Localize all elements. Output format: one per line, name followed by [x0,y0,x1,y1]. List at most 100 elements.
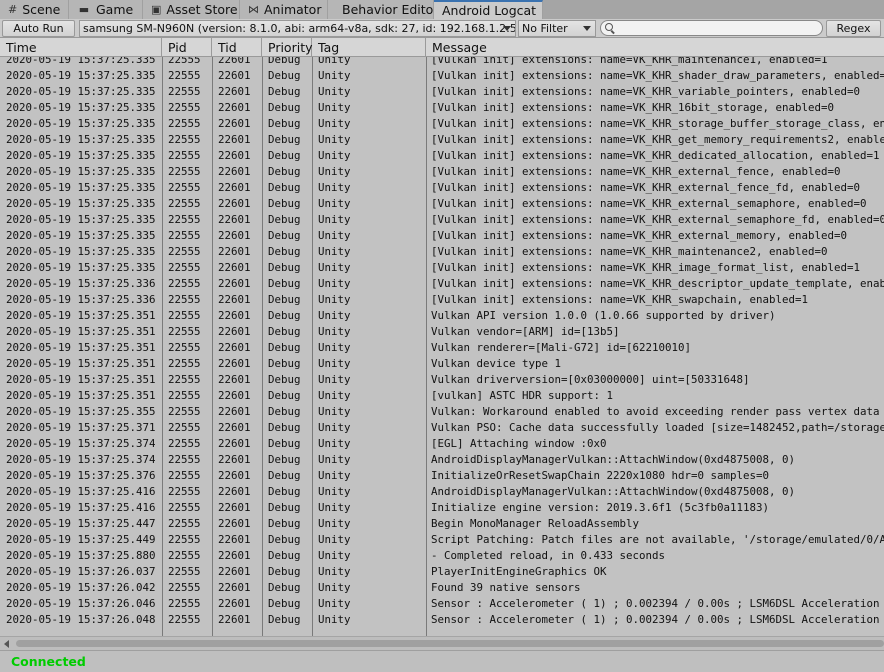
log-time: 2020-05-19 15:37:25.371 [6,421,156,434]
column-header-tag[interactable]: Tag [312,38,426,57]
column-header-priority[interactable]: Priority [262,38,313,57]
table-row[interactable]: 2020-05-19 15:37:25.351 22555 22601 Debug Un… [0,340,884,356]
log-message: Initialize engine version: 2019.3.6f1 (5… [431,501,770,514]
table-row[interactable]: 2020-05-19 15:37:25.447 22555 22601 Debug Un… [0,516,884,532]
table-row[interactable]: 2020-05-19 15:37:25.335 22555 22601 Debug Un… [0,164,884,180]
table-row[interactable]: 2020-05-19 15:37:25.335 22555 22601 Debug Un… [0,84,884,100]
tab-animator[interactable]: ⋈ Animator [240,0,328,19]
device-dropdown[interactable]: samsung SM-N960N (version: 8.1.0, abi: a… [79,19,516,37]
log-tid: 22601 [218,165,251,178]
tab-behavior-editor[interactable]: Behavior Editor [328,0,438,19]
column-header-pid[interactable]: Pid [162,38,212,57]
log-priority: Debug [268,57,301,66]
log-tag: Unity [318,341,351,354]
table-row[interactable]: 2020-05-19 15:37:25.351 22555 22601 Debug Un… [0,324,884,340]
table-row[interactable]: 2020-05-19 15:37:25.374 22555 22601 Debug Un… [0,452,884,468]
log-time: 2020-05-19 15:37:25.374 [6,453,156,466]
log-tid: 22601 [218,357,251,370]
table-row[interactable]: 2020-05-19 15:37:25.335 22555 22601 Debug Un… [0,244,884,260]
log-message: [Vulkan init] extensions: name=VK_KHR_sh… [431,69,884,82]
tab-scene[interactable]: # Scene [0,0,69,19]
log-tid: 22601 [218,57,251,66]
log-pid: 22555 [168,101,201,114]
log-tid: 22601 [218,181,251,194]
log-priority: Debug [268,549,301,562]
log-tid: 22601 [218,197,251,210]
table-row[interactable]: 2020-05-19 15:37:25.335 22555 22601 Debug Un… [0,57,884,68]
log-priority: Debug [268,181,301,194]
log-tag: Unity [318,485,351,498]
log-time: 2020-05-19 15:37:25.880 [6,549,156,562]
tab-android-logcat[interactable]: Android Logcat [434,0,543,19]
table-row[interactable]: 2020-05-19 15:37:25.416 22555 22601 Debug Un… [0,500,884,516]
table-row[interactable]: 2020-05-19 15:37:26.048 22555 22601 Debug Un… [0,612,884,628]
log-tid: 22601 [218,581,251,594]
log-tag: Unity [318,101,351,114]
log-tid: 22601 [218,213,251,226]
log-tag: Unity [318,245,351,258]
log-priority: Debug [268,149,301,162]
regex-toggle-button[interactable]: Regex [826,19,881,37]
log-tid: 22601 [218,469,251,482]
column-header-message[interactable]: Message [426,38,884,57]
log-priority: Debug [268,197,301,210]
log-pid: 22555 [168,261,201,274]
log-priority: Debug [268,485,301,498]
table-row[interactable]: 2020-05-19 15:37:25.335 22555 22601 Debug Un… [0,260,884,276]
scrollbar-thumb[interactable] [16,640,884,647]
log-list[interactable]: 2020-05-19 15:37:25.335 22555 22601 Debug Un… [0,57,884,636]
log-pid: 22555 [168,501,201,514]
log-tag: Unity [318,309,351,322]
table-row[interactable]: 2020-05-19 15:37:25.374 22555 22601 Debug Un… [0,436,884,452]
tab-asset-store[interactable]: ▣ Asset Store [143,0,240,19]
scroll-left-arrow-icon[interactable] [4,640,9,648]
log-time: 2020-05-19 15:37:25.335 [6,85,156,98]
log-priority: Debug [268,357,301,370]
editor-tab-bar: # Scene ▬ Game ▣ Asset Store ⋈ Animator … [0,0,884,19]
log-priority: Debug [268,405,301,418]
log-priority: Debug [268,213,301,226]
table-row[interactable]: 2020-05-19 15:37:25.335 22555 22601 Debug Un… [0,68,884,84]
table-row[interactable]: 2020-05-19 15:37:25.371 22555 22601 Debug Un… [0,420,884,436]
table-row[interactable]: 2020-05-19 15:37:25.351 22555 22601 Debug Un… [0,372,884,388]
table-row[interactable]: 2020-05-19 15:37:25.880 22555 22601 Debug Un… [0,548,884,564]
horizontal-scrollbar[interactable] [0,636,884,650]
search-input[interactable] [600,20,823,36]
table-row[interactable]: 2020-05-19 15:37:26.042 22555 22601 Debug Un… [0,580,884,596]
column-header-time[interactable]: Time [0,38,162,57]
table-row[interactable]: 2020-05-19 15:37:25.336 22555 22601 Debug Un… [0,292,884,308]
table-row[interactable]: 2020-05-19 15:37:25.335 22555 22601 Debug Un… [0,100,884,116]
table-row[interactable]: 2020-05-19 15:37:25.335 22555 22601 Debug Un… [0,180,884,196]
log-pid: 22555 [168,581,201,594]
table-row[interactable]: 2020-05-19 15:37:25.416 22555 22601 Debug Un… [0,484,884,500]
log-tid: 22601 [218,517,251,530]
log-time: 2020-05-19 15:37:25.355 [6,405,156,418]
column-header-tid[interactable]: Tid [212,38,262,57]
log-pid: 22555 [168,341,201,354]
table-row[interactable]: 2020-05-19 15:37:25.335 22555 22601 Debug Un… [0,132,884,148]
table-row[interactable]: 2020-05-19 15:37:25.376 22555 22601 Debug Un… [0,468,884,484]
log-pid: 22555 [168,613,201,626]
log-tag: Unity [318,469,351,482]
table-row[interactable]: 2020-05-19 15:37:25.335 22555 22601 Debug Un… [0,228,884,244]
filter-dropdown[interactable]: No Filter [518,19,596,37]
auto-run-button[interactable]: Auto Run [2,19,75,37]
table-row[interactable]: 2020-05-19 15:37:25.351 22555 22601 Debug Un… [0,388,884,404]
table-row[interactable]: 2020-05-19 15:37:25.335 22555 22601 Debug Un… [0,116,884,132]
table-row[interactable]: 2020-05-19 15:37:25.336 22555 22601 Debug Un… [0,276,884,292]
table-row[interactable]: 2020-05-19 15:37:25.335 22555 22601 Debug Un… [0,212,884,228]
table-row[interactable]: 2020-05-19 15:37:25.335 22555 22601 Debug Un… [0,196,884,212]
table-row[interactable]: 2020-05-19 15:37:25.351 22555 22601 Debug Un… [0,356,884,372]
log-pid: 22555 [168,389,201,402]
log-message: AndroidDisplayManagerVulkan::AttachWindo… [431,485,796,498]
table-row[interactable]: 2020-05-19 15:37:25.449 22555 22601 Debug Un… [0,532,884,548]
table-row[interactable]: 2020-05-19 15:37:25.351 22555 22601 Debug Un… [0,308,884,324]
table-row[interactable]: 2020-05-19 15:37:25.335 22555 22601 Debug Un… [0,148,884,164]
table-row[interactable]: 2020-05-19 15:37:26.046 22555 22601 Debug Un… [0,596,884,612]
tab-game[interactable]: ▬ Game [69,0,143,19]
log-time: 2020-05-19 15:37:25.335 [6,229,156,242]
table-row[interactable]: 2020-05-19 15:37:26.037 22555 22601 Debug Un… [0,564,884,580]
table-row[interactable]: 2020-05-19 15:37:25.355 22555 22601 Debug Un… [0,404,884,420]
log-pid: 22555 [168,437,201,450]
log-priority: Debug [268,437,301,450]
